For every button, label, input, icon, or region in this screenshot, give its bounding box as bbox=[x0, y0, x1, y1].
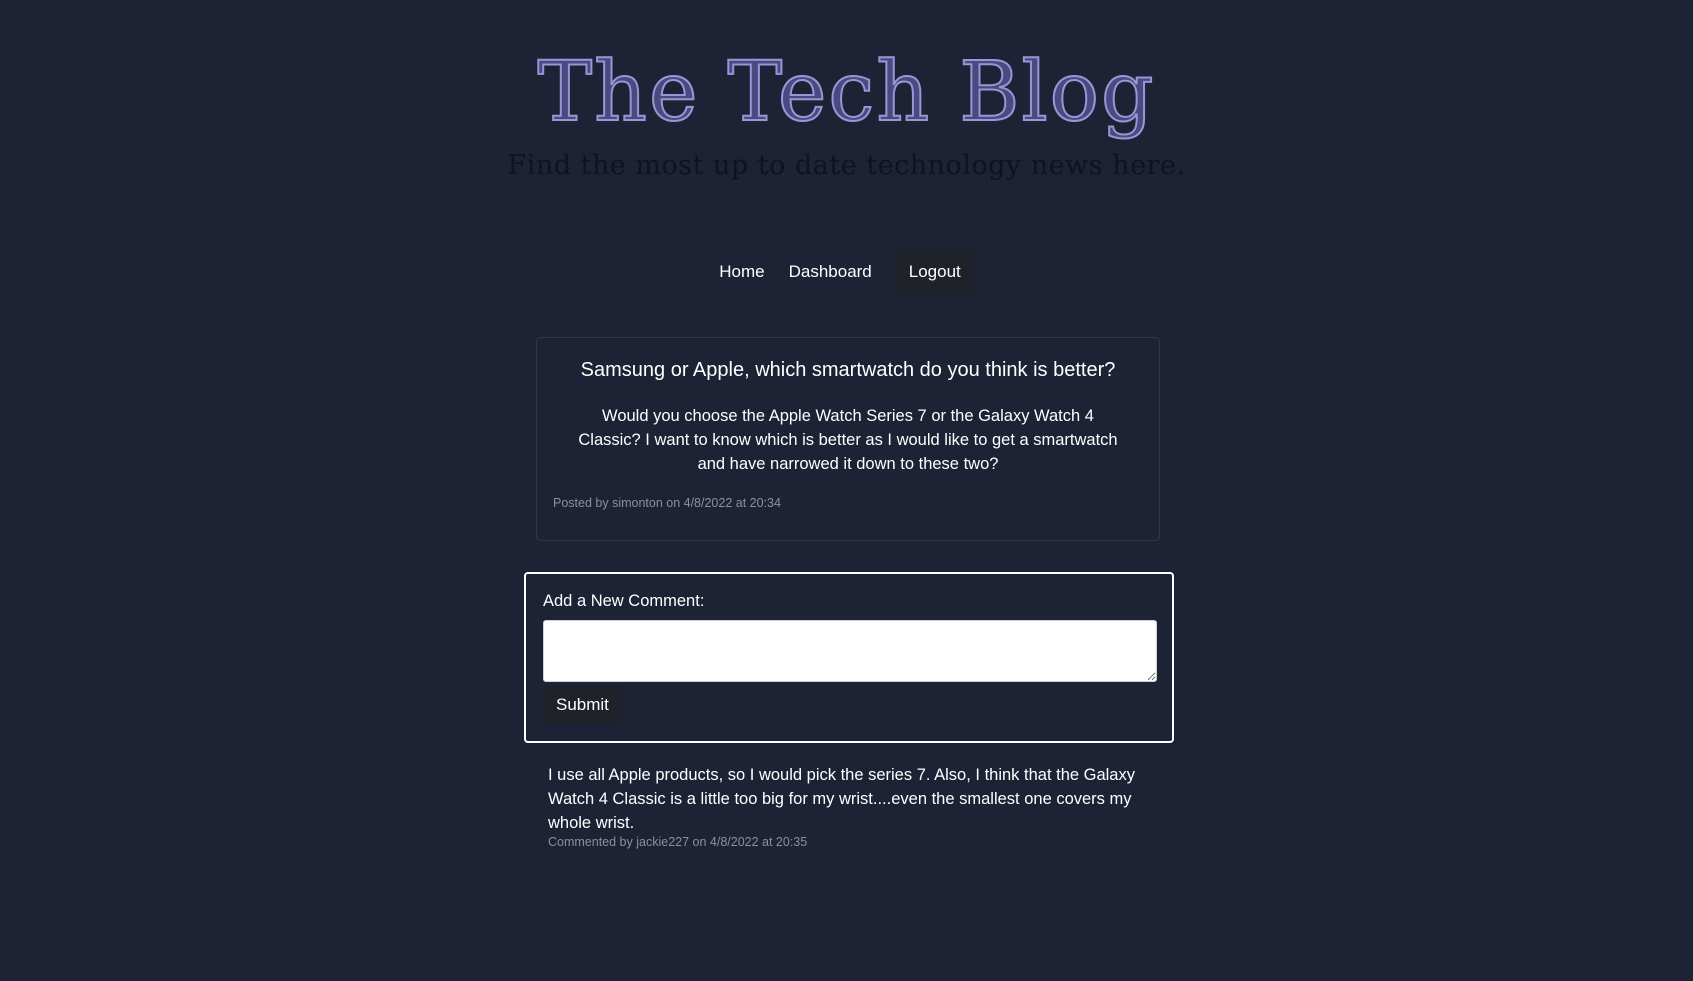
logout-button[interactable]: Logout bbox=[895, 250, 974, 294]
post-meta: Posted by simonton on 4/8/2022 at 20:34 bbox=[553, 496, 781, 510]
comment-meta: Commented by jackie227 on 4/8/2022 at 20… bbox=[548, 835, 808, 849]
comment-label: Add a New Comment: bbox=[543, 592, 705, 610]
nav-dashboard-link[interactable]: Dashboard bbox=[789, 262, 872, 282]
nav-home-link[interactable]: Home bbox=[719, 262, 764, 282]
site-title: The Tech Blog bbox=[536, 45, 1156, 140]
comment-item: I use all Apple products, so I would pic… bbox=[548, 763, 1148, 849]
comments-list: I use all Apple products, so I would pic… bbox=[548, 763, 1148, 849]
post-body: Would you choose the Apple Watch Series … bbox=[578, 407, 1118, 473]
main-nav: Home Dashboard Logout bbox=[0, 250, 1693, 294]
site-subtitle: Find the most up to date technology news… bbox=[507, 150, 1186, 181]
comment-textarea[interactable] bbox=[543, 620, 1157, 682]
comment-form: Add a New Comment: Submit bbox=[524, 572, 1174, 743]
page: The Tech Blog Find the most up to date t… bbox=[0, 0, 1693, 981]
post-title: Samsung or Apple, which smartwatch do yo… bbox=[580, 359, 1116, 381]
post-card: Samsung or Apple, which smartwatch do yo… bbox=[536, 337, 1160, 541]
submit-button[interactable]: Submit bbox=[543, 686, 622, 724]
comment-text: I use all Apple products, so I would pic… bbox=[548, 766, 1135, 832]
